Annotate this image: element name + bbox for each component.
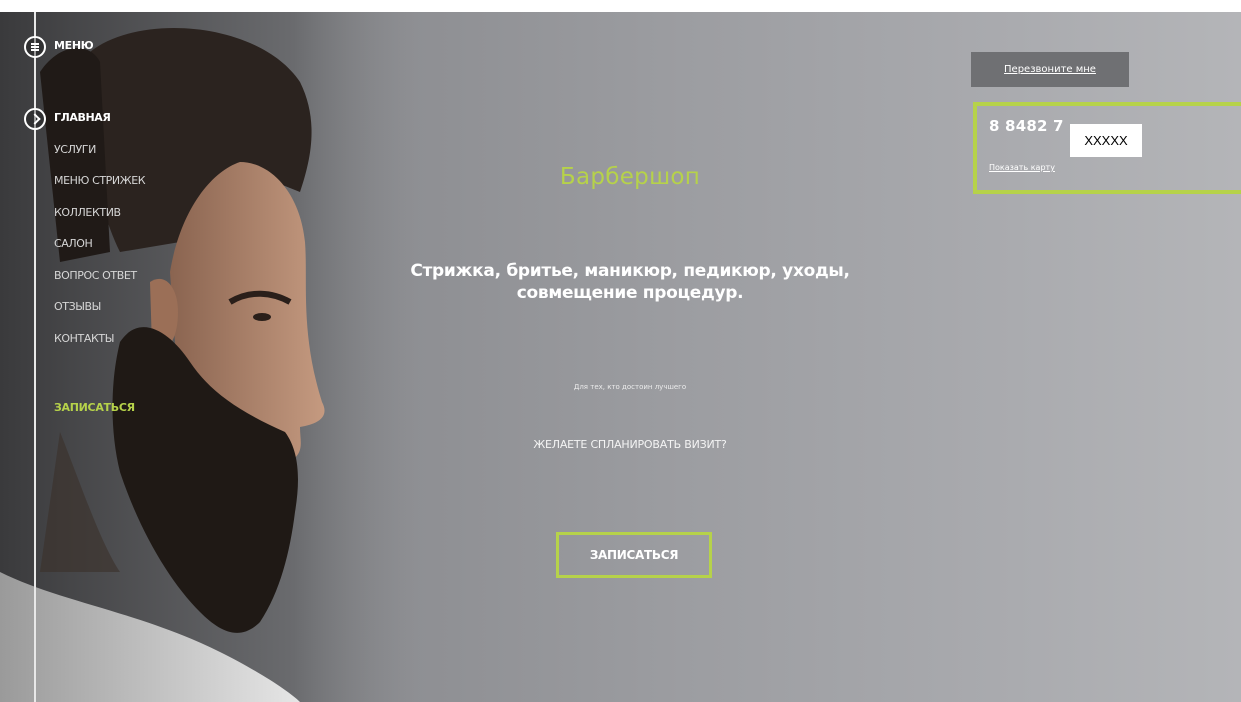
nav-item-services[interactable]: УСЛУГИ <box>54 143 145 175</box>
callback-button[interactable]: Перезвоните мне <box>971 52 1129 87</box>
main-nav: ГЛАВНАЯ УСЛУГИ МЕНЮ СТРИЖЕК КОЛЛЕКТИВ СА… <box>54 111 146 364</box>
nav-book-link[interactable]: ЗАПИСАТЬСЯ <box>54 401 135 414</box>
show-map-link[interactable]: Показать карту <box>989 163 1055 172</box>
chevron-right-circle-icon[interactable] <box>24 108 46 130</box>
nav-item-haircut-menu[interactable]: МЕНЮ СТРИЖЕК <box>54 174 146 206</box>
phone-redaction: XXXXX <box>1070 124 1142 157</box>
menu-title[interactable]: МЕНЮ <box>54 39 94 52</box>
nav-item-contacts[interactable]: КОНТАКТЫ <box>54 332 145 364</box>
hero-question: ЖЕЛАЕТЕ СПЛАНИРОВАТЬ ВИЗИТ? <box>533 438 727 451</box>
nav-item-home[interactable]: ГЛАВНАЯ <box>54 111 145 143</box>
hero-services: Стрижка, бритье, маникюр, педикюр, уходы… <box>410 261 850 303</box>
phone-number[interactable]: 8 8482 7 <box>989 117 1064 135</box>
hero-title: Барбершоп <box>559 164 701 190</box>
nav-item-faq[interactable]: ВОПРОС ОТВЕТ <box>54 269 145 301</box>
hero-background: МЕНЮ ГЛАВНАЯ УСЛУГИ МЕНЮ СТРИЖЕК КОЛЛЕКТ… <box>0 12 1241 702</box>
hamburger-circle-icon[interactable] <box>24 36 46 58</box>
nav-item-salon[interactable]: САЛОН <box>54 237 145 269</box>
book-button[interactable]: ЗАПИСАТЬСЯ <box>556 532 712 578</box>
nav-item-reviews[interactable]: ОТЗЫВЫ <box>54 300 145 332</box>
nav-item-team[interactable]: КОЛЛЕКТИВ <box>54 206 145 238</box>
hero-tagline: Для тех, кто достоин лучшего <box>573 383 687 391</box>
